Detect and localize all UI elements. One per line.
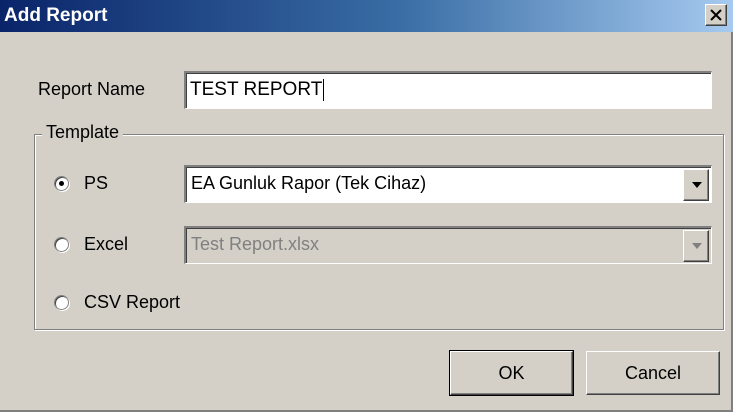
title-bar[interactable]: Add Report: [0, 0, 733, 32]
text-caret: [323, 78, 325, 101]
close-button[interactable]: [705, 4, 727, 26]
radio-excel[interactable]: [54, 237, 69, 252]
radio-csv-report[interactable]: [54, 295, 69, 310]
excel-template-dropdown-button: [683, 230, 709, 262]
report-name-value: TEST REPORT: [190, 79, 323, 100]
cancel-button[interactable]: Cancel: [586, 351, 720, 395]
ok-button[interactable]: OK: [449, 350, 574, 396]
close-icon: [710, 9, 722, 21]
chevron-down-icon: [692, 182, 702, 188]
add-report-dialog: Add Report Report Name TEST REPORT Templ…: [0, 0, 733, 412]
radio-selected-dot: [59, 181, 64, 186]
excel-template-select: Test Report.xlsx: [184, 226, 712, 264]
template-legend: Template: [42, 122, 124, 143]
report-name-label: Report Name: [38, 79, 146, 99]
ps-template-select[interactable]: EA Gunluk Rapor (Tek Cihaz): [184, 165, 712, 203]
chevron-down-icon: [692, 243, 702, 249]
dialog-title: Add Report: [4, 5, 108, 26]
ps-template-value: EA Gunluk Rapor (Tek Cihaz): [191, 173, 427, 193]
excel-template-value: Test Report.xlsx: [191, 234, 320, 254]
radio-csv-report-label[interactable]: CSV Report: [84, 292, 180, 313]
ps-template-dropdown-button[interactable]: [683, 169, 709, 201]
radio-ps-label[interactable]: PS: [84, 173, 108, 194]
radio-ps[interactable]: [54, 176, 69, 191]
radio-excel-label[interactable]: Excel: [84, 234, 128, 255]
report-name-input[interactable]: TEST REPORT: [184, 71, 712, 109]
